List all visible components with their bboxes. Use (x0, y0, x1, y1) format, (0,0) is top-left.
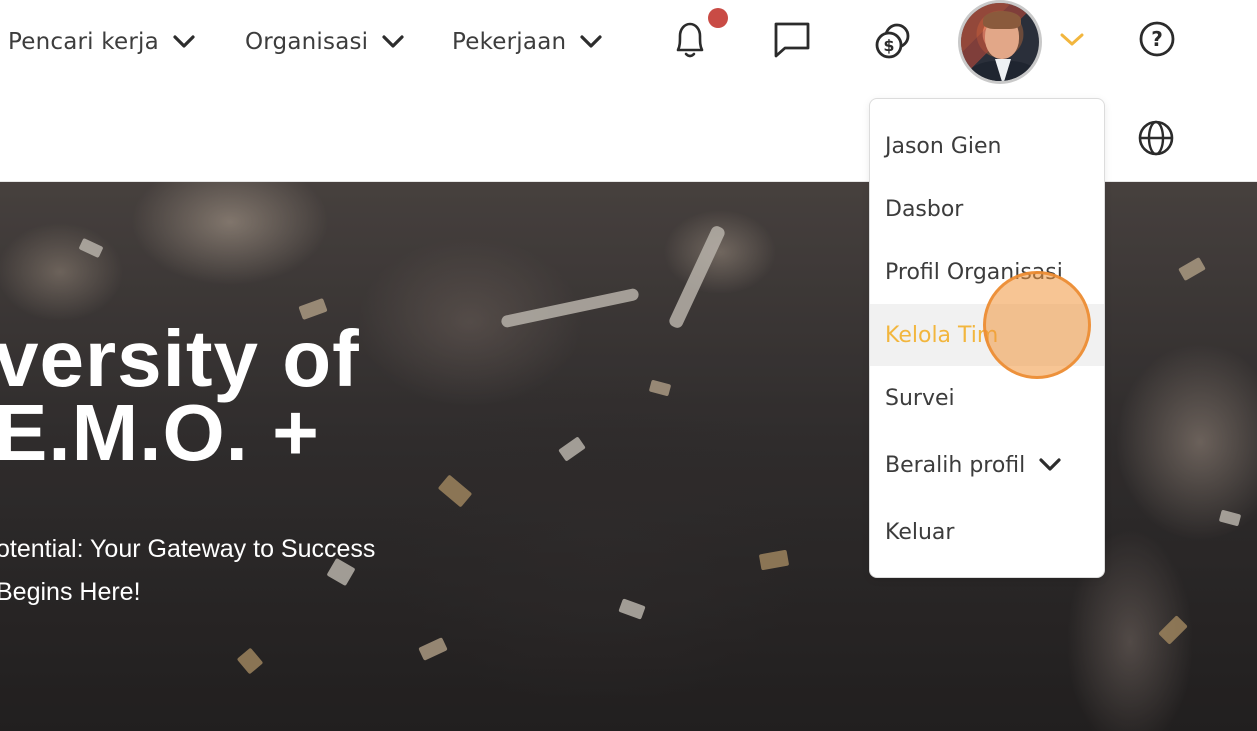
svg-text:?: ? (1151, 27, 1163, 51)
hero-subtitle: otential: Your Gateway to Success Begins… (0, 528, 375, 614)
menu-item-beralih-profil-label: Beralih profil (885, 452, 1026, 478)
nav-organisasi[interactable]: Organisasi (245, 24, 404, 60)
top-navigation: Pencari kerja Organisasi Pekerjaan $ ? (0, 0, 1257, 84)
dropdown-user-name[interactable]: Jason Gien (870, 115, 1104, 177)
hero-title-line2: E.M.O. + (0, 388, 320, 477)
menu-item-dasbor[interactable]: Dasbor (870, 178, 1104, 240)
globe-icon (1137, 119, 1175, 161)
avatar[interactable] (958, 0, 1042, 84)
menu-item-keluar[interactable]: Keluar (870, 501, 1104, 563)
chat-icon (772, 20, 812, 64)
chevron-down-icon (1039, 458, 1061, 472)
menu-item-survei[interactable]: Survei (870, 367, 1104, 429)
bell-icon (671, 18, 709, 66)
nav-pencari-kerja[interactable]: Pencari kerja (8, 24, 195, 60)
help-button[interactable]: ? (1136, 20, 1178, 62)
svg-text:$: $ (883, 36, 894, 55)
hero-title-line1: versity of (0, 314, 360, 403)
menu-item-kelola-tim[interactable]: Kelola Tim (870, 304, 1104, 366)
nav-pekerjaan[interactable]: Pekerjaan (452, 24, 602, 60)
hero-subtitle-line1: otential: Your Gateway to Success (0, 535, 376, 563)
chevron-down-icon (173, 35, 195, 49)
credits-button[interactable]: $ (872, 22, 914, 64)
language-button[interactable] (1136, 120, 1176, 160)
nav-pekerjaan-label: Pekerjaan (452, 29, 567, 55)
hero-subtitle-line2: Begins Here! (0, 578, 141, 606)
messages-button[interactable] (770, 20, 814, 64)
nav-organisasi-label: Organisasi (245, 29, 369, 55)
menu-item-beralih-profil[interactable]: Beralih profil (870, 434, 1104, 496)
profile-menu-toggle[interactable] (1058, 30, 1086, 52)
help-icon: ? (1138, 20, 1176, 62)
chevron-down-icon (1060, 32, 1084, 51)
hero-title: versity of E.M.O. + (0, 314, 360, 477)
notifications-button[interactable] (668, 18, 712, 66)
notification-badge (708, 8, 728, 28)
avatar-hair (983, 11, 1021, 29)
coins-icon: $ (873, 21, 913, 65)
profile-dropdown-menu: Jason Gien Dasbor Profil Organisasi Kelo… (869, 98, 1105, 578)
chevron-down-icon (382, 35, 404, 49)
nav-pencari-kerja-label: Pencari kerja (8, 29, 159, 55)
chevron-down-icon (580, 35, 602, 49)
menu-item-profil-organisasi[interactable]: Profil Organisasi (870, 241, 1104, 303)
